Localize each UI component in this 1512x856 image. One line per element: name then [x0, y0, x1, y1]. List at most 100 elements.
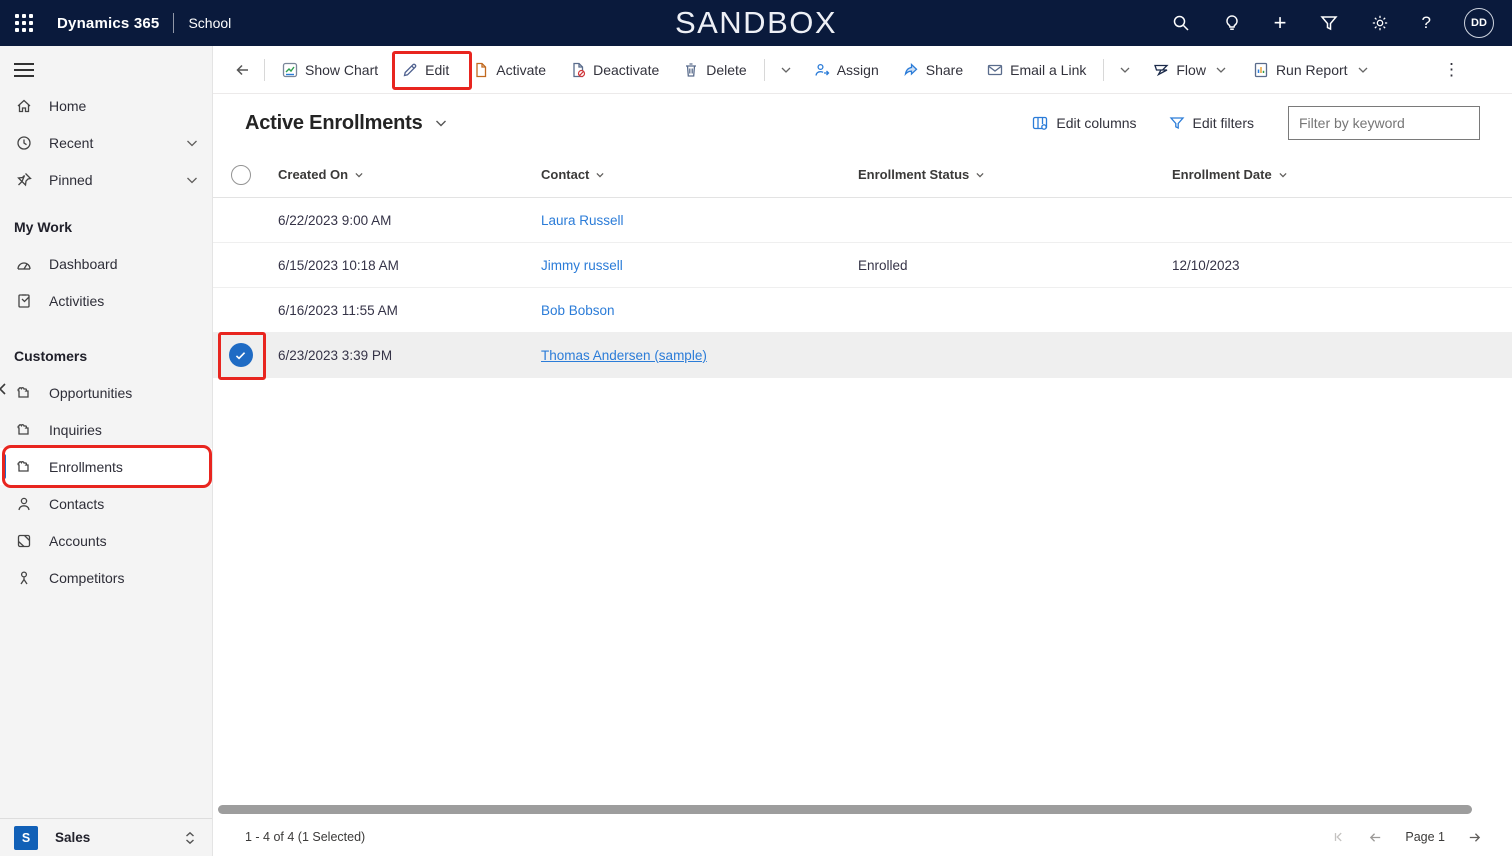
sidebar-item-dashboard[interactable]: Dashboard	[0, 245, 212, 282]
records-count: 1 - 4 of 4 (1 Selected)	[245, 830, 365, 844]
home-icon	[16, 98, 32, 114]
view-header: Active Enrollments Edit columns Edit fil…	[213, 94, 1512, 152]
show-chart-button[interactable]: Show Chart	[270, 52, 390, 88]
new-record-plus-icon[interactable]: +	[1274, 15, 1287, 31]
table-row-selected[interactable]: 6/23/2023 3:39 PM Thomas Andersen (sampl…	[213, 333, 1512, 378]
edit-button[interactable]: Edit	[390, 52, 461, 88]
contact-link[interactable]: Jimmy russell	[541, 258, 623, 273]
contact-link[interactable]: Laura Russell	[541, 213, 624, 228]
filter-icon[interactable]	[1320, 14, 1338, 32]
sidebar-item-label: Dashboard	[49, 256, 118, 272]
share-button[interactable]: Share	[891, 52, 975, 88]
table-row[interactable]: 6/15/2023 10:18 AM Jimmy russell Enrolle…	[213, 243, 1512, 288]
email-split-chevron[interactable]	[1109, 52, 1141, 88]
command-bar-divider	[1103, 59, 1104, 81]
clipboard-icon	[16, 293, 32, 309]
assign-person-icon	[814, 62, 830, 78]
delete-button[interactable]: Delete	[671, 52, 758, 88]
assign-label: Assign	[837, 62, 879, 78]
environment-banner: SANDBOX	[675, 5, 837, 41]
assign-button[interactable]: Assign	[802, 52, 891, 88]
sidebar-item-accounts[interactable]: Accounts	[0, 522, 212, 559]
edit-columns-label: Edit columns	[1056, 115, 1136, 131]
chevron-down-icon[interactable]	[184, 172, 200, 188]
product-name[interactable]: Dynamics 365	[57, 15, 159, 32]
contact-link[interactable]: Bob Bobson	[541, 303, 615, 318]
sidebar-item-home[interactable]: Home	[0, 87, 212, 124]
screen-edge-mark	[0, 381, 13, 397]
grid-header-row: Created On Contact Enrollment Status Enr…	[213, 152, 1512, 198]
custom-entity-icon	[16, 422, 32, 438]
settings-gear-icon[interactable]	[1371, 14, 1389, 32]
area-switcher-chevrons-icon[interactable]	[182, 830, 198, 846]
share-label: Share	[926, 62, 963, 78]
lightbulb-icon[interactable]	[1223, 14, 1241, 32]
sidebar-item-activities[interactable]: Activities	[0, 282, 212, 319]
custom-entity-icon	[16, 385, 32, 401]
user-avatar[interactable]: DD	[1464, 8, 1494, 38]
run-report-label: Run Report	[1276, 62, 1348, 78]
sidebar-item-label: Accounts	[49, 533, 107, 549]
sidebar-section-customers: Customers	[0, 337, 212, 374]
cell-created-on: 6/22/2023 9:00 AM	[268, 213, 531, 228]
horizontal-scroll-zone	[213, 802, 1512, 818]
delete-split-chevron[interactable]	[770, 52, 802, 88]
chevron-down-icon	[1117, 62, 1133, 78]
activate-label: Activate	[496, 62, 546, 78]
search-icon[interactable]	[1172, 14, 1190, 32]
chevron-down-icon[interactable]	[184, 135, 200, 151]
edit-columns-button[interactable]: Edit columns	[1020, 105, 1148, 141]
contact-link[interactable]: Thomas Andersen (sample)	[541, 348, 707, 363]
sidebar-item-competitors[interactable]: Competitors	[0, 559, 212, 596]
back-button[interactable]	[227, 52, 259, 88]
flow-button[interactable]: Flow	[1141, 52, 1241, 88]
app-name[interactable]: School	[188, 15, 231, 31]
view-title: Active Enrollments	[245, 112, 423, 135]
column-header-contact[interactable]: Contact	[531, 167, 848, 182]
area-badge: S	[14, 826, 38, 850]
sidebar-item-label: Inquiries	[49, 422, 102, 438]
sidebar-item-recent[interactable]: Recent	[0, 124, 212, 161]
main-content: Show Chart Edit Activate Deactivate Dele…	[213, 46, 1512, 856]
edit-filters-button[interactable]: Edit filters	[1157, 105, 1266, 141]
sidebar-item-inquiries[interactable]: Inquiries	[0, 411, 212, 448]
run-report-button[interactable]: Run Report	[1241, 52, 1383, 88]
select-all-checkbox[interactable]	[231, 165, 251, 185]
area-switcher[interactable]: S Sales	[0, 818, 212, 856]
hamburger-menu-icon[interactable]	[14, 63, 34, 81]
sidebar-item-opportunities[interactable]: Opportunities	[0, 374, 212, 411]
chart-icon	[282, 62, 298, 78]
horizontal-scrollbar[interactable]	[218, 805, 1472, 814]
help-icon[interactable]: ?	[1422, 13, 1431, 33]
sidebar-item-contacts[interactable]: Contacts	[0, 485, 212, 522]
sidebar-item-label: Pinned	[49, 172, 93, 188]
chevron-down-icon	[433, 115, 449, 131]
report-icon	[1253, 62, 1269, 78]
sidebar-item-label: Competitors	[49, 570, 124, 586]
column-header-enrollment-date[interactable]: Enrollment Date	[1162, 167, 1512, 182]
table-row[interactable]: 6/16/2023 11:55 AM Bob Bobson	[213, 288, 1512, 333]
sidebar-item-enrollments[interactable]: Enrollments	[0, 448, 212, 485]
app-launcher-waffle-icon[interactable]	[15, 14, 33, 32]
filter-by-keyword-input[interactable]	[1288, 106, 1480, 140]
view-selector[interactable]: Active Enrollments	[245, 112, 449, 135]
cell-enrollment-status: Enrolled	[848, 258, 1162, 273]
email-a-link-button[interactable]: Email a Link	[975, 52, 1098, 88]
deactivate-button[interactable]: Deactivate	[558, 52, 671, 88]
chevron-down-icon	[1213, 62, 1229, 78]
cell-enrollment-date: 12/10/2023	[1162, 258, 1512, 273]
more-commands-button[interactable]: ⋮	[1433, 60, 1470, 80]
table-row[interactable]: 6/22/2023 9:00 AM Laura Russell	[213, 198, 1512, 243]
first-page-icon[interactable]	[1332, 830, 1346, 844]
previous-page-arrow-icon[interactable]	[1368, 830, 1383, 845]
grid-status-bar: 1 - 4 of 4 (1 Selected) Page 1	[213, 818, 1512, 856]
command-bar: Show Chart Edit Activate Deactivate Dele…	[213, 46, 1512, 94]
next-page-arrow-icon[interactable]	[1467, 830, 1482, 845]
column-header-created-on[interactable]: Created On	[268, 167, 531, 182]
column-header-enrollment-status[interactable]: Enrollment Status	[848, 167, 1162, 182]
sidebar-item-pinned[interactable]: Pinned	[0, 161, 212, 198]
chevron-down-icon	[1355, 62, 1371, 78]
activate-button[interactable]: Activate	[461, 52, 558, 88]
row-checkbox-checked[interactable]	[229, 343, 253, 367]
chevron-down-icon	[778, 62, 794, 78]
